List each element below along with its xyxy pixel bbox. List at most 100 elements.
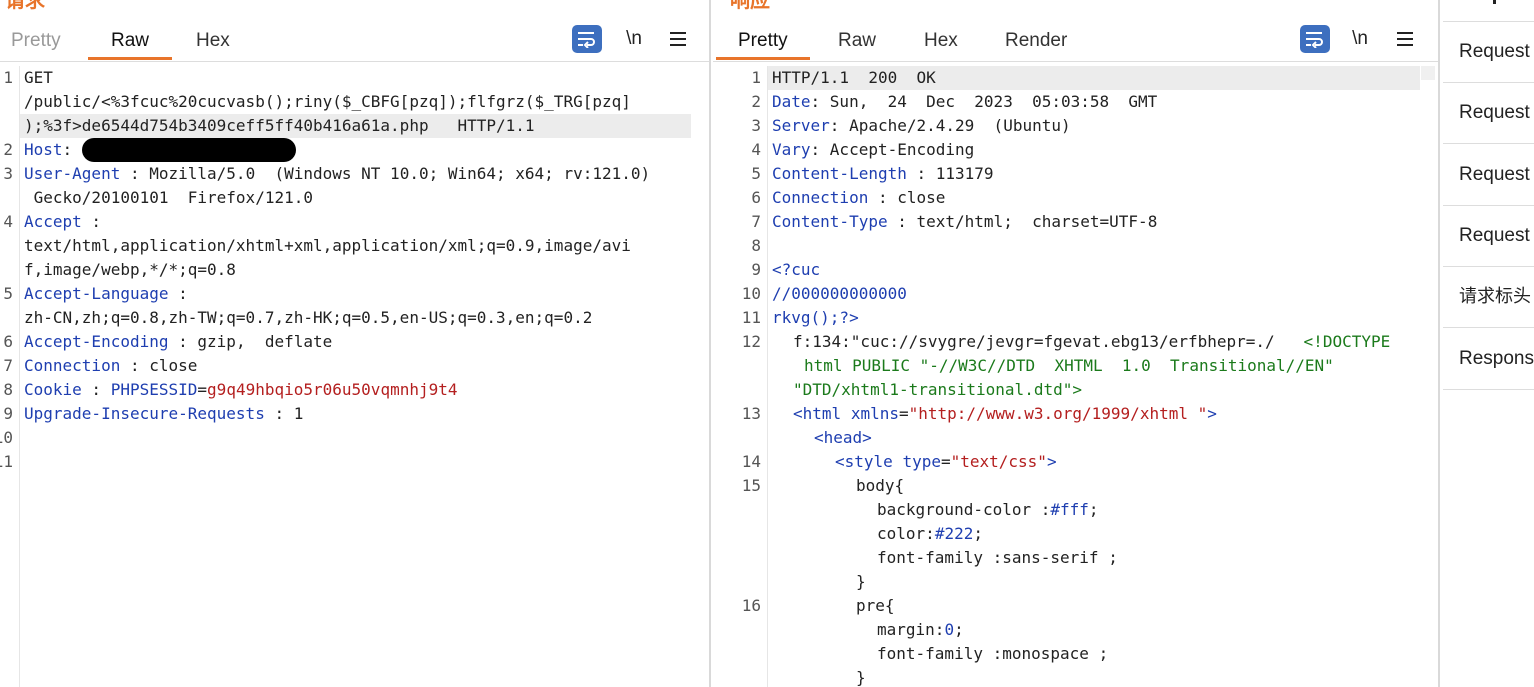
wrap-lines-icon[interactable]: [572, 25, 602, 53]
header-value: zh-CN,zh;q=0.8,zh-TW;q=0.7,zh-HK;q=0.5,e…: [24, 308, 593, 327]
request-pane-title: 请求: [5, 0, 45, 12]
css-value: 0: [944, 620, 955, 639]
pane-splitter[interactable]: [709, 0, 711, 687]
css-declaration: font-family :sans-serif ;: [877, 548, 1118, 567]
header-value: 113179: [935, 164, 994, 183]
doctype-text: <!DOCTYPE: [1303, 332, 1391, 351]
vary-header: Vary: Accept-Encoding: [772, 140, 975, 159]
tab-raw[interactable]: Raw: [88, 27, 173, 60]
header-value-cont: Gecko/20100101 Firefox/121.0: [24, 188, 313, 207]
scrollbar-thumb[interactable]: [1421, 66, 1435, 80]
sidebar-item-request-headers[interactable]: 请求标头: [1443, 267, 1534, 328]
request-line-method: GET: [24, 68, 53, 87]
style-tag-line: <style type="text/css">: [835, 452, 1057, 471]
pane-splitter[interactable]: [1438, 0, 1440, 687]
header-key: Connection: [24, 356, 121, 375]
tab-render[interactable]: Render: [1005, 27, 1067, 60]
hamburger-menu-icon[interactable]: [663, 24, 693, 54]
header-key: Upgrade-Insecure-Requests: [24, 404, 265, 423]
html-tag-line: <html xmlns="http://www.w3.org/1999/xhtm…: [793, 404, 1217, 423]
header-value: Mozilla/5.0 (Windows NT 10.0; Win64; x64…: [149, 164, 651, 183]
tag-close: >: [1046, 452, 1057, 471]
comment-text: //000000000000: [772, 284, 907, 303]
cookie-header: Cookie : PHPSESSID=g9q49hbqio5r06u50vqmn…: [24, 380, 458, 399]
tab-hex[interactable]: Hex: [924, 27, 958, 60]
sidebar-item-request-body[interactable]: Request: [1443, 145, 1534, 206]
tab-hex[interactable]: Hex: [196, 27, 230, 60]
header-value: text/html; charset=UTF-8: [916, 212, 1158, 231]
wrap-lines-icon[interactable]: [1300, 25, 1330, 53]
content-length-header: Content-Length : 113179: [772, 164, 994, 183]
cookie-name: PHPSESSID: [110, 380, 198, 399]
header-key: Date: [772, 92, 811, 111]
response-pane: 响应 Pretty Raw Hex Render \n 1 2 3 4 5 6 …: [713, 0, 1438, 687]
css-declaration: background-color :#fff;: [877, 500, 1099, 519]
line-number: 15: [741, 476, 761, 495]
css-value: #222: [934, 524, 974, 543]
newline-toggle-button[interactable]: \n: [619, 24, 649, 54]
header-key: Content-Type: [772, 212, 888, 231]
connection-header: Connection : close: [772, 188, 946, 207]
header-key: Connection: [772, 188, 869, 207]
line-number: 2: [751, 92, 761, 111]
line-number: 9: [3, 404, 13, 423]
request-editor[interactable]: 1 2 3 4 5 6 7 8 9 10 11 GET /public/<%3f…: [0, 66, 709, 687]
header-value: close: [149, 356, 198, 375]
line-number: 7: [3, 356, 13, 375]
css-value: #fff: [1050, 500, 1089, 519]
host-header: Host:: [24, 138, 296, 162]
line-number: 7: [751, 212, 761, 231]
tab-bar-divider: [0, 61, 709, 62]
header-value: text/html,application/xhtml+xml,applicat…: [24, 236, 631, 255]
attr-value: "text/css": [950, 452, 1047, 471]
css-selector: body{: [856, 476, 905, 495]
header-value: gzip, deflate: [197, 332, 333, 351]
code-text: rkvg();?>: [772, 308, 859, 327]
request-line-path-cont: );%3f>de6544d754b3409ceff5ff40b416a61a.p…: [24, 116, 535, 135]
header-value: close: [897, 188, 946, 207]
redacted-host: [81, 138, 296, 162]
line-number: 11: [741, 308, 761, 327]
cookie-value: g9q49hbqio5r06u50vqmnhj9t4: [207, 380, 458, 399]
line-number: 3: [751, 116, 761, 135]
php-comment: //000000000000: [772, 282, 907, 306]
header-value: Apache/2.4.29 (Ubuntu): [849, 116, 1071, 135]
upgrade-insecure-header: Upgrade-Insecure-Requests : 1: [24, 404, 304, 423]
content-type-header: Content-Type : text/html; charset=UTF-8: [772, 212, 1158, 231]
attr-name: xmlns: [850, 404, 899, 423]
response-editor[interactable]: 1 2 3 4 5 6 7 8 9 10 11 12 13 14 15 16 H…: [713, 66, 1438, 687]
header-value: Sun, 24 Dec 2023 05:03:58 GMT: [829, 92, 1158, 111]
sidebar-item-request-attributes[interactable]: Request: [1443, 22, 1534, 83]
line-number: 1: [3, 68, 13, 87]
line-number: 14: [741, 452, 761, 471]
header-value: 1: [293, 404, 304, 423]
header-key: Server: [772, 116, 830, 135]
line-number: 16: [741, 596, 761, 615]
server-header: Server: Apache/2.4.29 (Ubuntu): [772, 116, 1071, 135]
accept-encoding-header: Accept-Encoding : gzip, deflate: [24, 332, 333, 351]
php-open-tag: <?cuc: [772, 258, 820, 282]
tab-pretty[interactable]: Pretty: [11, 27, 61, 60]
attr-value: "http://www.w3.org/1999/xhtml ": [908, 404, 1208, 423]
tag-name: <style: [835, 452, 893, 471]
header-key: Host: [24, 140, 63, 159]
tab-raw[interactable]: Raw: [838, 27, 876, 60]
sidebar-item-request-cookies[interactable]: Request: [1443, 206, 1534, 267]
accept-language-header: Accept-Language :: [24, 284, 188, 303]
sidebar-item-response-headers[interactable]: Respons: [1443, 329, 1534, 390]
tag-text: <?cuc: [772, 260, 821, 279]
css-property: margin: [877, 620, 935, 639]
request-pane: 请求 Pretty Raw Hex \n 1 2 3 4 5 6 7 8 9 1…: [0, 0, 709, 687]
tab-pretty[interactable]: Pretty: [716, 27, 810, 60]
response-pane-title: 响应: [730, 0, 770, 12]
status-line: HTTP/1.1 200 OK: [772, 68, 936, 87]
sidebar-item-request-query[interactable]: Request: [1443, 83, 1534, 144]
header-key: Accept: [24, 212, 82, 231]
header-key: Vary: [772, 140, 811, 159]
tab-bar-divider: [713, 61, 1438, 62]
newline-toggle-button[interactable]: \n: [1345, 24, 1375, 54]
code-text: f:134:"cuc://svygre/jevgr=fgevat.ebg13/e…: [793, 332, 1275, 351]
hamburger-menu-icon[interactable]: [1390, 24, 1420, 54]
css-property: background-color: [877, 500, 1032, 519]
line-number: 10: [741, 284, 761, 303]
